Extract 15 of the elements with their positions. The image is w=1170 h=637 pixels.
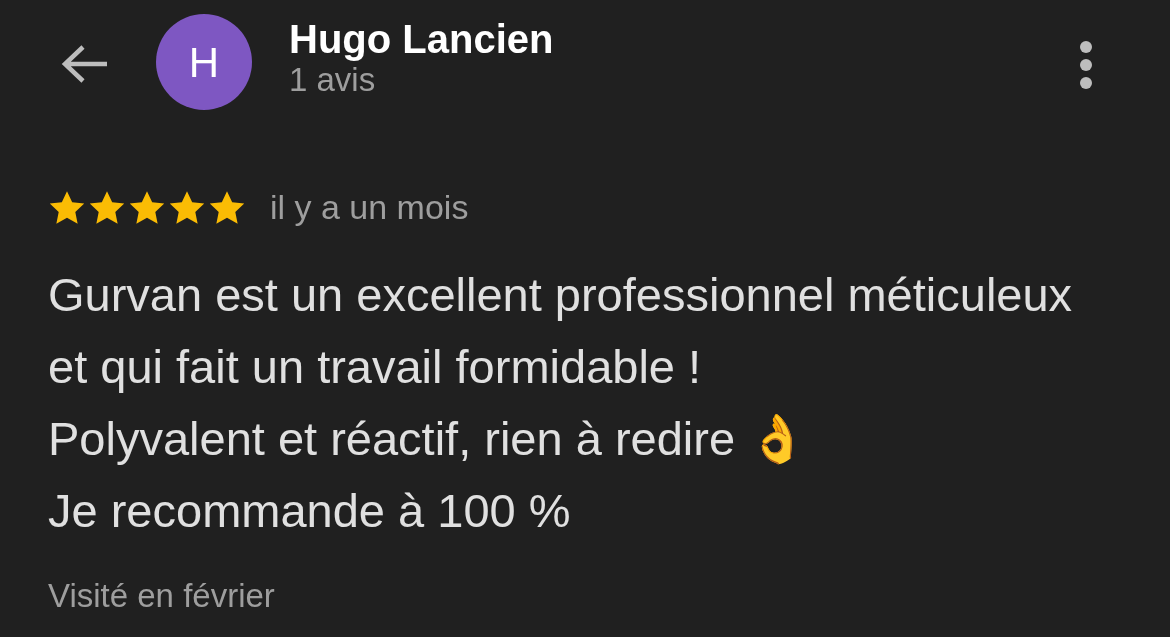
review-text: Polyvalent et réactif, rien à redire 👌	[48, 411, 809, 467]
visit-date: Visité en février	[48, 577, 275, 614]
review-count: 1 avis	[289, 62, 377, 98]
star-icon	[48, 189, 86, 226]
review-text: Je recommande à 100 %	[48, 483, 572, 539]
back-arrow-icon	[59, 44, 109, 84]
star-icon	[208, 189, 246, 226]
kebab-menu-icon	[1079, 40, 1093, 90]
review-time: il y a un mois	[270, 187, 469, 228]
star-icon	[88, 189, 126, 226]
star-icon	[168, 189, 206, 226]
star-icon	[128, 189, 166, 226]
reviewer-name: Hugo Lancien	[289, 16, 554, 62]
avatar[interactable]: H	[156, 14, 252, 110]
review-text: Gurvan est un excellent professionnel méticuleux et qui fait un travail formidable !	[48, 267, 1074, 395]
